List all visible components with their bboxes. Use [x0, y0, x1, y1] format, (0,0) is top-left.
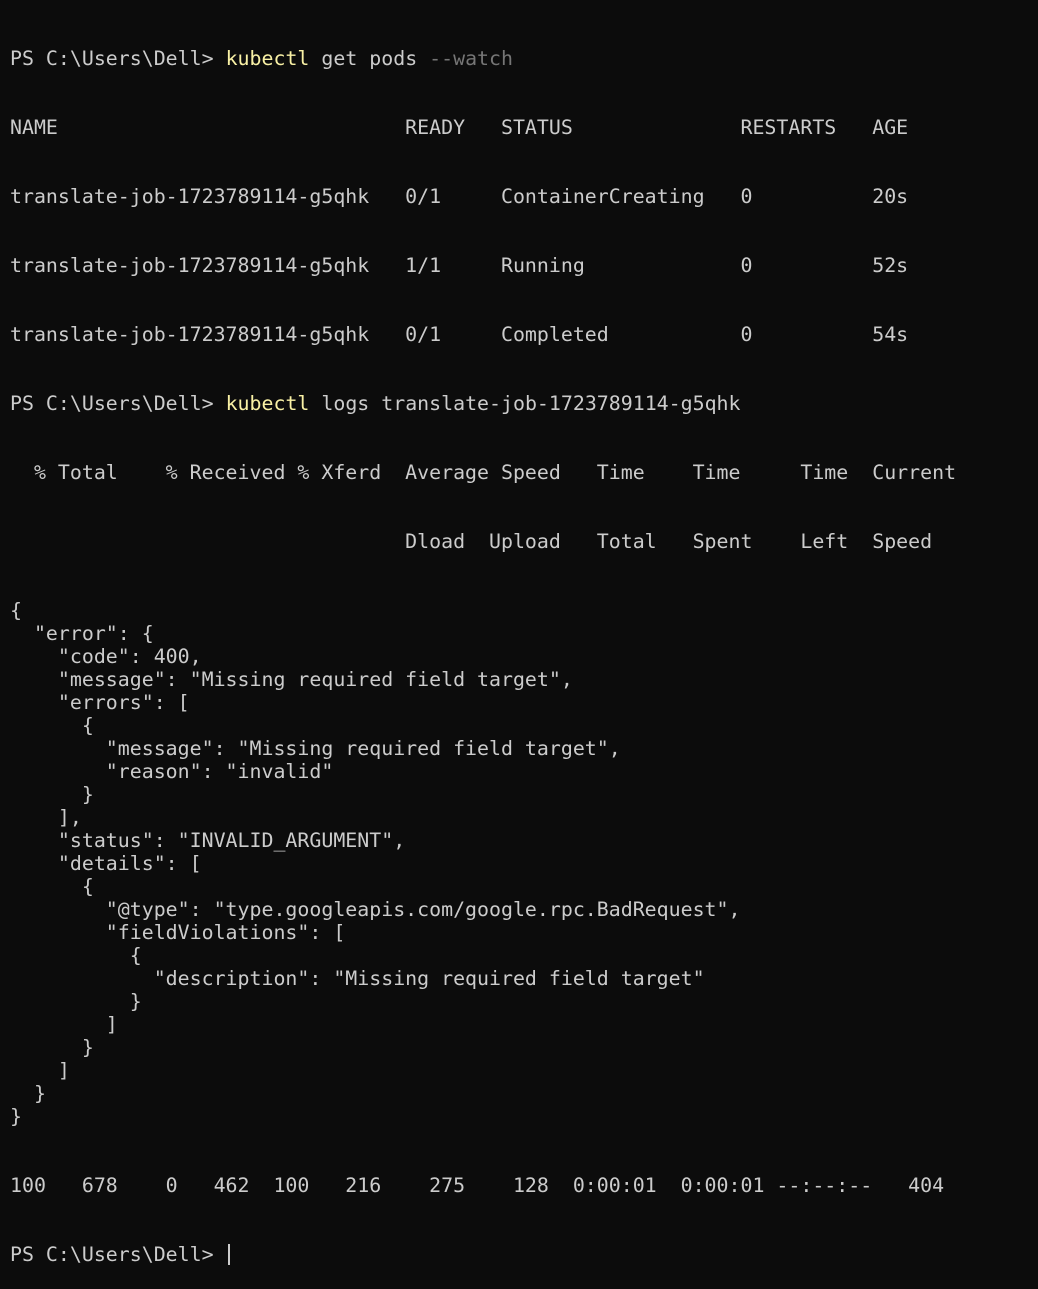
- json-line: }: [10, 1105, 22, 1128]
- pods-table-row: translate-job-1723789114-g5qhk 0/1 Conta…: [10, 185, 909, 208]
- json-line: }: [10, 783, 94, 806]
- command-name: kubectl: [225, 47, 310, 70]
- json-line: "@type": "type.googleapis.com/google.rpc…: [10, 898, 741, 921]
- curl-header-line: Dload Upload Total Spent Left Speed: [10, 530, 933, 553]
- prompt-line-1: PS C:\Users\Dell> kubectl get pods --wat…: [10, 47, 1038, 70]
- json-line: "errors": [: [10, 691, 190, 714]
- command-args: get pods: [309, 47, 430, 70]
- json-line: {: [10, 714, 94, 737]
- json-line: "details": [: [10, 852, 202, 875]
- prompt-line-final[interactable]: PS C:\Users\Dell>: [10, 1243, 1038, 1266]
- json-line: ]: [10, 1013, 118, 1036]
- json-line: "message": "Missing required field targe…: [10, 737, 621, 760]
- pods-table-row: translate-job-1723789114-g5qhk 0/1 Compl…: [10, 323, 909, 346]
- pods-table-row: translate-job-1723789114-g5qhk 1/1 Runni…: [10, 254, 909, 277]
- json-line: "message": "Missing required field targe…: [10, 668, 573, 691]
- curl-progress-line: 100 678 0 462 100 216 275 128 0:00:01 0:…: [10, 1174, 945, 1197]
- text-cursor: [227, 1244, 230, 1265]
- prompt-text: PS C:\Users\Dell>: [10, 392, 226, 415]
- prompt-text: PS C:\Users\Dell>: [10, 47, 226, 70]
- curl-header-line: % Total % Received % Xferd Average Speed…: [10, 461, 957, 484]
- json-line: }: [10, 1082, 46, 1105]
- json-line: }: [10, 1036, 94, 1059]
- json-line: {: [10, 875, 94, 898]
- json-line: ],: [10, 806, 82, 829]
- prompt-line-2: PS C:\Users\Dell> kubectl logs translate…: [10, 392, 1038, 415]
- prompt-text: PS C:\Users\Dell>: [10, 1243, 226, 1266]
- terminal-window[interactable]: PS C:\Users\Dell> kubectl get pods --wat…: [0, 0, 1038, 1266]
- json-line: }: [10, 990, 142, 1013]
- command-name: kubectl: [225, 392, 310, 415]
- json-line: "status": "INVALID_ARGUMENT",: [10, 829, 406, 852]
- json-line: ]: [10, 1059, 70, 1082]
- json-line: {: [10, 944, 142, 967]
- command-flag: --watch: [429, 47, 513, 70]
- json-line: "description": "Missing required field t…: [10, 967, 705, 990]
- json-line: "code": 400,: [10, 645, 202, 668]
- json-line: {: [10, 599, 22, 622]
- json-line: "fieldViolations": [: [10, 921, 346, 944]
- command-args: logs translate-job-1723789114-g5qhk: [309, 392, 741, 415]
- json-line: "reason": "invalid": [10, 760, 334, 783]
- pods-table-header: NAME READY STATUS RESTARTS AGE: [10, 116, 909, 139]
- json-output: { "error": { "code": 400, "message": "Mi…: [10, 599, 1038, 1128]
- json-line: "error": {: [10, 622, 154, 645]
